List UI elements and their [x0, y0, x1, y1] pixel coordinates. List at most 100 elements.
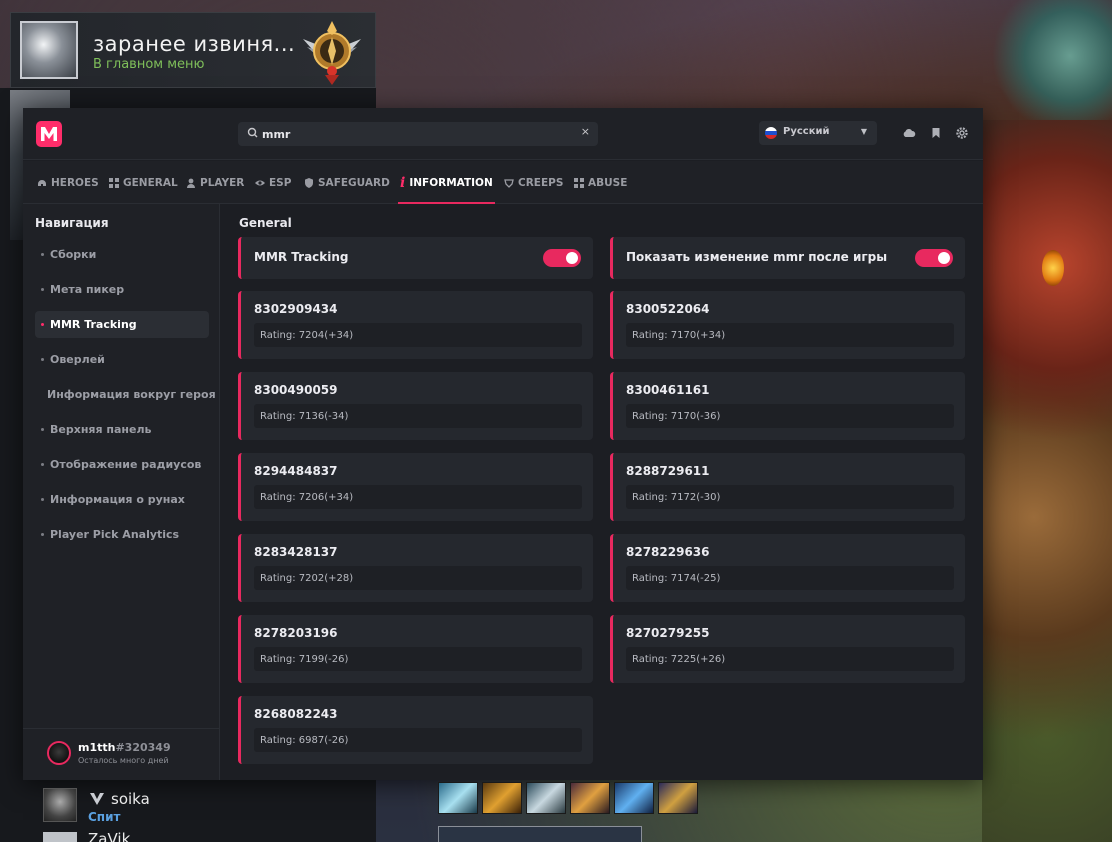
tab-label: ESP: [269, 176, 292, 189]
player-card[interactable]: заранее извиня... В главном меню: [10, 12, 376, 88]
eye-icon: [255, 180, 265, 185]
match-card: 8283428137 Rating: 7202(+28): [238, 534, 593, 602]
main-content: General MMR Tracking Показать изменение …: [220, 204, 983, 780]
top-bar: × Русский ▼: [23, 108, 983, 160]
hero-portrait[interactable]: [614, 782, 654, 814]
sidebar-item-meta-picker[interactable]: Мета пикер: [35, 276, 209, 303]
play-button[interactable]: [438, 826, 642, 842]
toggle-label: MMR Tracking: [254, 250, 349, 264]
tab-esp[interactable]: ESP: [255, 161, 291, 204]
match-rating: Rating: 7199(-26): [254, 647, 582, 671]
sidebar-item-player-pick-analytics[interactable]: Player Pick Analytics: [35, 521, 209, 548]
match-id: 8302909434: [254, 302, 338, 316]
sidebar-item-label: Мета пикер: [50, 283, 125, 296]
bullet-icon: [41, 288, 44, 291]
show-mmr-change-toggle[interactable]: [915, 249, 953, 267]
shield-icon: [305, 177, 313, 188]
tab-abuse[interactable]: ABUSE: [574, 161, 627, 204]
rank-icon: [90, 793, 104, 805]
bullet-icon: [41, 358, 44, 361]
match-id: 8278229636: [626, 545, 710, 559]
hero-portrait[interactable]: [570, 782, 610, 814]
bookmark-icon[interactable]: [929, 126, 943, 140]
match-rating: Rating: 7136(-34): [254, 404, 582, 428]
background-art: [972, 0, 1112, 140]
friend-status: Спит: [88, 810, 121, 824]
tab-label: INFORMATION: [409, 176, 493, 189]
tab-general[interactable]: GENERAL: [109, 161, 178, 204]
grid-icon: [109, 177, 119, 188]
match-card: 8278203196 Rating: 7199(-26): [238, 615, 593, 683]
person-icon: [187, 178, 195, 188]
tab-label: HEROES: [51, 176, 99, 189]
sidebar-item-rune-info[interactable]: Информация о рунах: [35, 486, 209, 513]
match-card: 8300522064 Rating: 7170(+34): [610, 291, 965, 359]
sidebar-item-mmr-tracking[interactable]: MMR Tracking: [35, 311, 209, 338]
hero-portrait[interactable]: [438, 782, 478, 814]
language-select[interactable]: Русский ▼: [759, 121, 877, 145]
hero-eye-art: [1042, 250, 1064, 286]
search-icon: [247, 127, 258, 138]
sidebar-item-top-panel[interactable]: Верхняя панель: [35, 416, 209, 443]
match-id: 8270279255: [626, 626, 710, 640]
sidebar-item-overlay[interactable]: Оверлей: [35, 346, 209, 373]
username-text: m1tth: [78, 741, 116, 754]
hero-icon-strip: [438, 782, 698, 814]
subscription-status: Осталось много дней: [78, 756, 169, 765]
cloud-icon[interactable]: [902, 126, 916, 140]
sidebar-item-label: Информация вокруг героя: [47, 388, 216, 401]
search-bar[interactable]: ×: [238, 122, 598, 146]
tab-creeps[interactable]: CREEPS: [504, 161, 563, 204]
match-rating: Rating: 6987(-26): [254, 728, 582, 752]
tab-information[interactable]: i INFORMATION: [398, 161, 495, 204]
sidebar-item-hero-info[interactable]: Информация вокруг героя: [35, 381, 216, 408]
sidebar-item-label: Player Pick Analytics: [50, 528, 180, 541]
avatar[interactable]: [43, 832, 77, 842]
match-id: 8268082243: [254, 707, 338, 721]
tab-label: PLAYER: [200, 176, 245, 189]
friend-name[interactable]: ZaVik: [88, 830, 130, 842]
friend-name: soika: [111, 790, 150, 808]
match-card: 8294484837 Rating: 7206(+34): [238, 453, 593, 521]
chevron-down-icon: ▼: [860, 127, 867, 136]
helmet-icon: [38, 179, 46, 186]
match-card: 8268082243 Rating: 6987(-26): [238, 696, 593, 764]
user-profile[interactable]: m1tth#320349 Осталось много дней: [23, 728, 220, 780]
nav-title: Навигация: [35, 216, 109, 230]
player-avatar[interactable]: [20, 21, 78, 79]
match-rating: Rating: 7170(-36): [626, 404, 954, 428]
match-id: 8300461161: [626, 383, 710, 397]
show-mmr-change-toggle-row: Показать изменение mmr после игры: [610, 237, 965, 279]
sidebar-item-radius-display[interactable]: Отображение радиусов: [35, 451, 209, 478]
gear-icon[interactable]: [955, 126, 969, 140]
bullet-icon: [41, 498, 44, 501]
hero-portrait[interactable]: [482, 782, 522, 814]
bullet-icon: [41, 428, 44, 431]
info-icon: i: [400, 174, 406, 191]
match-id: 8283428137: [254, 545, 338, 559]
tab-safeguard[interactable]: SAFEGUARD: [304, 161, 390, 204]
user-tag: #320349: [115, 741, 171, 754]
hero-artwork: [982, 120, 1112, 842]
player-name: заранее извиня...: [93, 32, 296, 56]
tab-bar: HEROES GENERAL PLAYER ESP SAFEGUARD i IN…: [23, 161, 983, 204]
match-rating: Rating: 7202(+28): [254, 566, 582, 590]
mmr-tracking-toggle[interactable]: [543, 249, 581, 267]
match-id: 8294484837: [254, 464, 338, 478]
match-card: 8300461161 Rating: 7170(-36): [610, 372, 965, 440]
hero-portrait[interactable]: [658, 782, 698, 814]
match-id: 8300490059: [254, 383, 338, 397]
clear-search-icon[interactable]: ×: [581, 125, 590, 138]
tab-heroes[interactable]: HEROES: [37, 161, 99, 204]
match-id: 8278203196: [254, 626, 338, 640]
hero-portrait[interactable]: [526, 782, 566, 814]
search-input[interactable]: [262, 125, 562, 143]
player-status: В главном меню: [93, 57, 205, 72]
section-title: General: [239, 216, 292, 230]
tab-player[interactable]: PLAYER: [186, 161, 244, 204]
toggle-label: Показать изменение mmr после игры: [626, 250, 888, 264]
sidebar-item-label: MMR Tracking: [50, 318, 137, 331]
sidebar-item-builds[interactable]: Сборки: [35, 241, 209, 268]
creep-icon: [504, 178, 514, 188]
sidebar-item-label: Сборки: [50, 248, 97, 261]
